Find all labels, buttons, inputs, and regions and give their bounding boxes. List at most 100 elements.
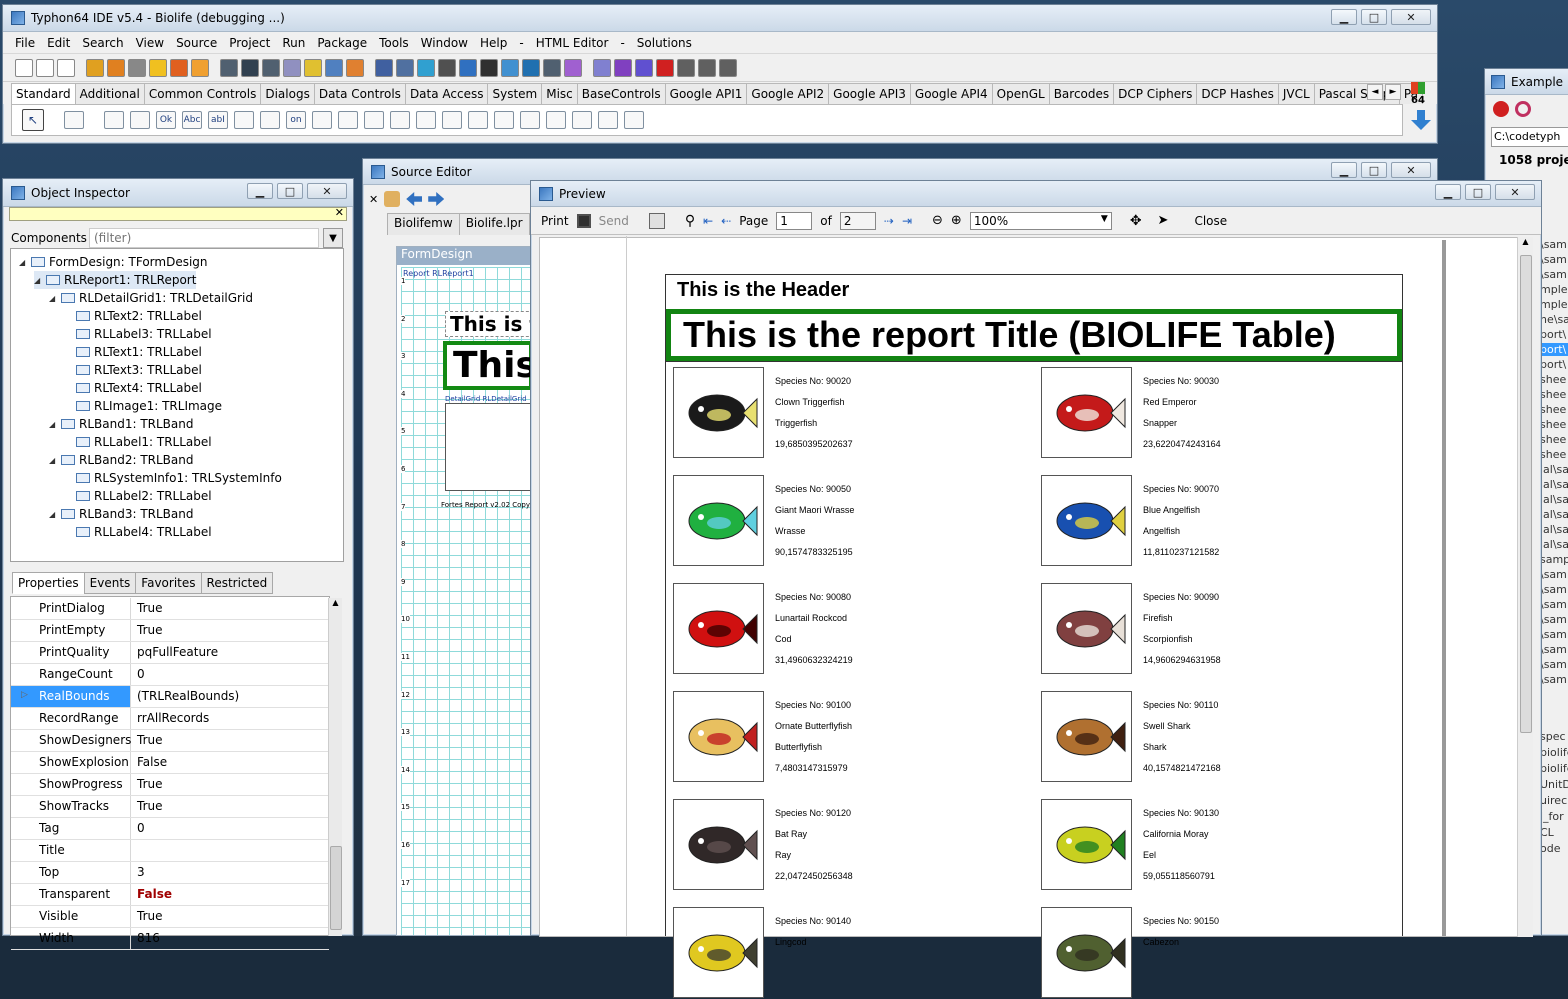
toolbar-tool-icon[interactable] bbox=[501, 58, 519, 77]
property-value[interactable]: 0 bbox=[131, 664, 329, 685]
palette-tab[interactable]: DCP Ciphers bbox=[1113, 83, 1198, 104]
design-detail-band[interactable] bbox=[445, 403, 531, 491]
nav-back-icon[interactable] bbox=[406, 192, 423, 206]
palette-tab[interactable]: BaseControls bbox=[576, 83, 666, 104]
property-row[interactable]: PrintQuality pqFullFeature bbox=[11, 642, 329, 664]
menu-item[interactable]: Project bbox=[223, 36, 276, 50]
refresh-icon[interactable] bbox=[1515, 101, 1531, 117]
palette-component-icon[interactable] bbox=[572, 111, 592, 129]
source-close-button[interactable]: ✕ bbox=[1391, 162, 1431, 178]
palette-tab[interactable]: Data Controls bbox=[313, 83, 406, 104]
menu-item[interactable]: Run bbox=[276, 36, 311, 50]
toolbar-tool-icon[interactable] bbox=[480, 58, 498, 77]
example-list-item[interactable]: shee bbox=[1540, 388, 1568, 401]
preview-maximize-button[interactable]: □ bbox=[1465, 184, 1491, 200]
design-header-snippet[interactable]: This is t bbox=[445, 311, 531, 337]
example-file-item[interactable]: spec bbox=[1540, 730, 1568, 743]
inspector-bar-close-icon[interactable]: ✕ bbox=[335, 206, 344, 219]
inspector-tab[interactable]: Events bbox=[83, 572, 137, 594]
example-list-item[interactable]: \sam bbox=[1540, 238, 1568, 251]
example-list-item[interactable]: shee bbox=[1540, 448, 1568, 461]
example-list-item[interactable]: \sam bbox=[1540, 628, 1568, 641]
menu-item[interactable]: Package bbox=[311, 36, 373, 50]
property-row[interactable]: Tag 0 bbox=[11, 818, 329, 840]
example-list-item[interactable]: \sam bbox=[1540, 253, 1568, 266]
example-list-item[interactable]: ial\sa bbox=[1540, 478, 1568, 491]
example-list-item[interactable]: \sam bbox=[1540, 268, 1568, 281]
menu-item[interactable]: Help bbox=[474, 36, 513, 50]
nav-forward-icon[interactable] bbox=[428, 192, 445, 206]
property-value[interactable]: (TRLRealBounds) bbox=[131, 686, 329, 707]
source-tab[interactable]: Biolifemw bbox=[387, 213, 460, 235]
page-number-input[interactable]: 1 bbox=[776, 211, 813, 230]
find-icon[interactable]: ⚲ bbox=[685, 213, 695, 229]
inspector-title-bar[interactable]: Object Inspector ▁ □ ✕ bbox=[3, 179, 353, 207]
palette-tab[interactable]: Barcodes bbox=[1048, 83, 1115, 104]
toolbar-tool-icon[interactable] bbox=[417, 58, 435, 77]
inspector-minimize-button[interactable]: ▁ bbox=[247, 183, 273, 199]
palette-component-icon[interactable]: abI bbox=[208, 111, 228, 129]
palette-component-icon[interactable] bbox=[364, 111, 384, 129]
toolbar-tool-icon[interactable] bbox=[283, 58, 301, 77]
toolbar-tool-icon[interactable] bbox=[459, 58, 477, 77]
property-row[interactable]: ShowTracks True bbox=[11, 796, 329, 818]
zoom-out-icon[interactable]: ⊖ bbox=[932, 213, 943, 228]
property-row[interactable]: ShowDesigners True bbox=[11, 730, 329, 752]
example-file-item[interactable]: l_for bbox=[1540, 810, 1568, 823]
palette-component-icon[interactable] bbox=[64, 111, 84, 129]
source-minimize-button[interactable]: ▁ bbox=[1331, 162, 1357, 178]
property-row[interactable]: ShowExplosion False bbox=[11, 752, 329, 774]
property-row[interactable]: RecordRange rrAllRecords bbox=[11, 708, 329, 730]
palette-component-icon[interactable] bbox=[442, 111, 462, 129]
palette-tab[interactable]: Misc bbox=[541, 83, 578, 104]
palette-component-icon[interactable] bbox=[468, 111, 488, 129]
zoom-select[interactable]: 100% ▼ bbox=[969, 211, 1112, 230]
tab-scroll-right[interactable]: ► bbox=[1385, 84, 1401, 100]
example-list-item[interactable]: port\ bbox=[1540, 328, 1568, 341]
property-scrollbar[interactable]: ▲ bbox=[328, 598, 342, 936]
palette-component-icon[interactable] bbox=[130, 111, 150, 129]
toolbar-tool-icon[interactable] bbox=[635, 58, 653, 77]
pointer-icon[interactable]: ➤ bbox=[1158, 213, 1169, 228]
design-title-snippet[interactable]: This bbox=[443, 341, 531, 390]
tree-node[interactable]: RLText2: TRLLabel bbox=[64, 307, 202, 325]
palette-component-icon[interactable]: on bbox=[286, 111, 306, 129]
move-icon[interactable]: ✥ bbox=[1130, 213, 1142, 229]
palette-component-icon[interactable] bbox=[624, 111, 644, 129]
tree-node[interactable]: ◢ RLBand3: TRLBand bbox=[49, 505, 194, 523]
source-close-tab-icon[interactable]: ✕ bbox=[369, 193, 378, 206]
tree-node[interactable]: ◢ RLReport1: TRLReport bbox=[34, 271, 197, 289]
toolbar-tool-icon[interactable] bbox=[325, 58, 343, 77]
example-path-field[interactable]: C:\codetyph bbox=[1491, 127, 1568, 147]
close-preview-button[interactable]: Close bbox=[1194, 214, 1227, 228]
property-value[interactable]: True bbox=[131, 598, 329, 619]
property-row[interactable]: RangeCount 0 bbox=[11, 664, 329, 686]
toolbar-tool-icon[interactable] bbox=[191, 58, 209, 77]
tree-node[interactable]: RLImage1: TRLImage bbox=[64, 397, 222, 415]
tree-node[interactable]: ◢ RLDetailGrid1: TRLDetailGrid bbox=[49, 289, 253, 307]
palette-tab[interactable]: System bbox=[487, 83, 543, 104]
toolbar-tool-icon[interactable] bbox=[438, 58, 456, 77]
tree-node[interactable]: RLSystemInfo1: TRLSystemInfo bbox=[64, 469, 282, 487]
expand-icon[interactable]: ◢ bbox=[49, 456, 57, 465]
inspector-tab[interactable]: Properties bbox=[12, 572, 85, 594]
tree-node[interactable]: RLText4: TRLLabel bbox=[64, 379, 202, 397]
property-row[interactable]: Top 3 bbox=[11, 862, 329, 884]
palette-tab[interactable]: Additional bbox=[74, 83, 145, 104]
property-value[interactable] bbox=[131, 840, 329, 861]
palette-tab[interactable]: JVCL bbox=[1277, 83, 1315, 104]
example-file-item[interactable]: biolife bbox=[1540, 746, 1568, 759]
toolbar-tool-icon[interactable] bbox=[57, 58, 75, 77]
property-value[interactable]: 0 bbox=[131, 818, 329, 839]
send-button[interactable]: Send bbox=[599, 214, 629, 228]
example-list-item[interactable]: shee bbox=[1540, 403, 1568, 416]
expand-icon[interactable]: ◢ bbox=[34, 276, 42, 285]
example-list-item[interactable]: \sam bbox=[1540, 658, 1568, 671]
download-arrow-icon[interactable] bbox=[1411, 110, 1431, 130]
menu-item[interactable]: Solutions bbox=[631, 36, 698, 50]
property-value[interactable]: rrAllRecords bbox=[131, 708, 329, 729]
close-button[interactable]: ✕ bbox=[1391, 9, 1431, 25]
palette-tab[interactable]: Common Controls bbox=[143, 83, 262, 104]
next-page-icon[interactable]: ⇢ bbox=[884, 214, 894, 228]
example-list-item[interactable]: ial\sa bbox=[1540, 523, 1568, 536]
